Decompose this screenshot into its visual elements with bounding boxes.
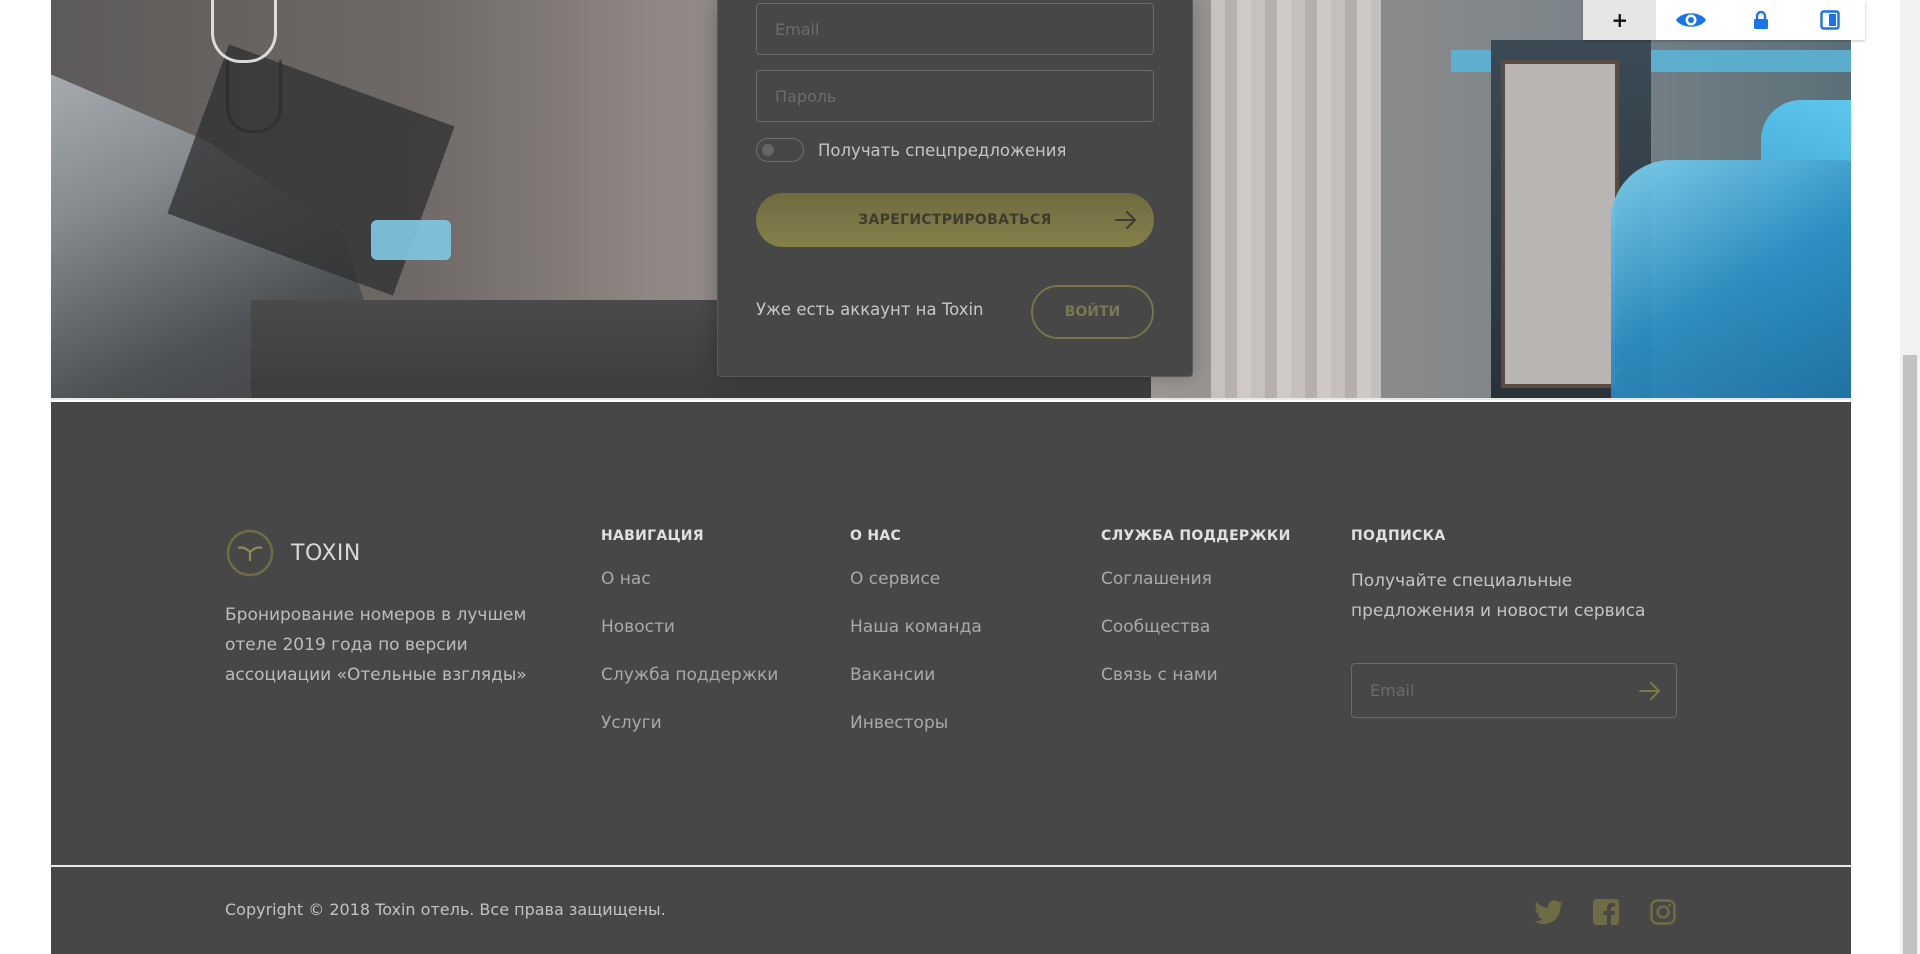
footer-link-vacancies[interactable]: Вакансии xyxy=(850,662,982,710)
hero-chair xyxy=(1611,160,1851,400)
hero-cabinet-door xyxy=(1501,60,1619,388)
plus-button[interactable]: + xyxy=(1583,0,1657,40)
special-offers-toggle[interactable] xyxy=(756,138,804,162)
column-title: О НАС xyxy=(850,528,902,544)
hero-curtain xyxy=(1211,0,1381,400)
brand-name: TOXIN xyxy=(291,540,361,566)
arrow-right-icon xyxy=(1115,211,1136,229)
footer-logo[interactable]: TOXIN xyxy=(225,528,361,578)
register-button[interactable]: ЗАРЕГИСТРИРОВАТЬСЯ xyxy=(756,193,1154,247)
extension-toolbar: + xyxy=(1583,0,1865,40)
social-links xyxy=(1532,897,1703,927)
hero-lamp xyxy=(211,0,277,63)
plus-icon: + xyxy=(1611,8,1629,32)
footer-link-support[interactable]: Служба поддержки xyxy=(601,662,778,710)
footer-link-contact[interactable]: Связь с нами xyxy=(1101,662,1291,710)
footer-link-services[interactable]: Услуги xyxy=(601,710,778,758)
special-offers-row: Получать спецпредложения xyxy=(756,137,1066,163)
sidebar-button[interactable] xyxy=(1795,0,1865,40)
hero-shelf xyxy=(371,220,451,260)
footer-link-news[interactable]: Новости xyxy=(601,614,778,662)
arrow-right-icon[interactable] xyxy=(1636,677,1664,705)
footer-link-investors[interactable]: Инвесторы xyxy=(850,710,982,758)
footer-link-team[interactable]: Наша команда xyxy=(850,614,982,662)
instagram-link[interactable] xyxy=(1646,897,1680,927)
footer-about-text: Бронирование номеров в лучшем отеле 2019… xyxy=(225,605,527,685)
instagram-icon xyxy=(1650,899,1676,925)
hero-divider xyxy=(51,398,1851,400)
password-field[interactable] xyxy=(756,70,1154,122)
special-offers-label: Получать спецпредложения xyxy=(818,140,1067,160)
footer: TOXIN Бронирование номеров в лучшем отел… xyxy=(51,402,1851,865)
login-button[interactable]: ВОЙТИ xyxy=(1031,285,1154,339)
subscribe-email-input[interactable] xyxy=(1352,664,1628,717)
toggle-knob xyxy=(762,144,774,156)
register-button-label: ЗАРЕГИСТРИРОВАТЬСЯ xyxy=(858,212,1052,228)
column-title: ПОДПИСКА xyxy=(1351,528,1446,544)
footer-link-about[interactable]: О нас xyxy=(601,566,778,614)
footer-column-navigation: НАВИГАЦИЯ О нас Новости Служба поддержки… xyxy=(601,528,778,758)
twitter-link[interactable] xyxy=(1532,897,1566,927)
footer-column-support: СЛУЖБА ПОДДЕРЖКИ Соглашения Сообщества С… xyxy=(1101,528,1291,710)
eye-icon xyxy=(1676,13,1707,27)
facebook-link[interactable] xyxy=(1589,897,1623,927)
subscribe-email-field xyxy=(1351,663,1677,718)
eye-button[interactable] xyxy=(1656,0,1726,40)
twitter-icon xyxy=(1534,899,1563,924)
scrollbar-thumb[interactable] xyxy=(1903,355,1917,954)
footer-column-about: О НАС О сервисе Наша команда Вакансии Ин… xyxy=(850,528,982,758)
footer-link-communities[interactable]: Сообщества xyxy=(1101,614,1291,662)
facebook-icon xyxy=(1593,899,1619,925)
column-title: СЛУЖБА ПОДДЕРЖКИ xyxy=(1101,528,1291,544)
footer-bottom-bar: Copyright © 2018 Toxin отель. Все права … xyxy=(51,867,1851,954)
lock-icon xyxy=(1753,10,1768,29)
page-scrollbar[interactable] xyxy=(1900,0,1920,954)
registration-card: Получать спецпредложения ЗАРЕГИСТРИРОВАТ… xyxy=(717,0,1193,377)
lock-button[interactable] xyxy=(1726,0,1796,40)
footer-link-agreements[interactable]: Соглашения xyxy=(1101,566,1291,614)
footer-column-subscribe: ПОДПИСКА Получайте специальные предложен… xyxy=(1351,528,1681,718)
subscribe-text: Получайте специальные предложения и ново… xyxy=(1351,571,1646,621)
have-account-text: Уже есть аккаунт на Toxin xyxy=(756,300,984,319)
email-field[interactable] xyxy=(756,3,1154,55)
column-title: НАВИГАЦИЯ xyxy=(601,528,704,544)
copyright-text: Copyright © 2018 Toxin отель. Все права … xyxy=(225,900,666,919)
hero-lamp-reflection xyxy=(226,60,282,133)
toxin-logo-icon xyxy=(226,529,274,577)
footer-link-service[interactable]: О сервисе xyxy=(850,566,982,614)
sidebar-icon xyxy=(1820,10,1840,30)
